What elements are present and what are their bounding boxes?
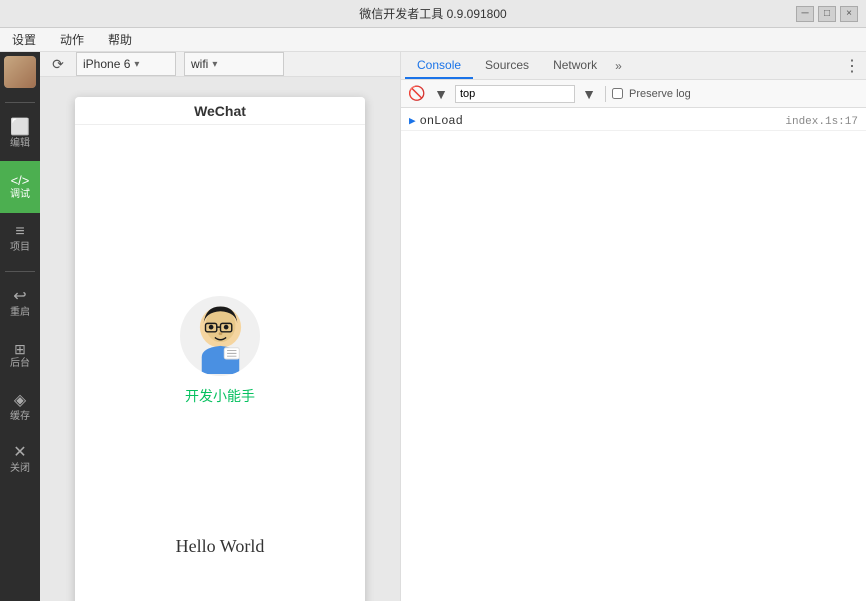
filter-button[interactable]: ▼ [431, 84, 451, 104]
log-entry: ▶ onLoad index.1s:17 [401, 112, 866, 131]
main-area: ⬜ 编辑 </> 调试 ≡ 项目 ↩ 重启 ⊞ 后台 ◈ 缓存 ✕ 关闭 [0, 52, 866, 601]
app-title: 微信开发者工具 0.9.091800 [359, 5, 506, 22]
editor-icon: ⬜ [10, 120, 30, 136]
avatar-svg [183, 299, 258, 374]
phone-nickname: 开发小能手 [185, 386, 255, 406]
devtools-panel: Console Sources Network » ⋮ 🚫 ▼ ▼ Preser… [400, 52, 866, 601]
menu-settings[interactable]: 设置 [8, 29, 40, 50]
preserve-log-label: Preserve log [629, 88, 691, 100]
close-button[interactable]: × [840, 6, 858, 22]
devtools-tabs: Console Sources Network » [405, 52, 628, 79]
devtools-actions: ⋮ [842, 56, 862, 76]
devtools-menu-button[interactable]: ⋮ [842, 56, 862, 76]
devtools-header: Console Sources Network » ⋮ [401, 52, 866, 80]
sidebar-item-cache[interactable]: ◈ 缓存 [0, 382, 40, 434]
phone-hello-text: Hello World [176, 536, 265, 557]
sidebar-item-debug[interactable]: </> 调试 [0, 161, 40, 213]
sidebar-item-backend[interactable]: ⊞ 后台 [0, 330, 40, 382]
sidebar: ⬜ 编辑 </> 调试 ≡ 项目 ↩ 重启 ⊞ 后台 ◈ 缓存 ✕ 关闭 [0, 52, 40, 601]
debug-icon: </> [11, 174, 30, 187]
sidebar-divider-1 [5, 102, 35, 103]
device-network-select[interactable]: wifi ▾ [184, 52, 284, 76]
device-network-label: wifi [191, 57, 208, 71]
tab-console[interactable]: Console [405, 52, 473, 79]
device-model-label: iPhone 6 [83, 57, 130, 71]
phone-frame: WeChat [75, 97, 365, 601]
filter-dropdown-button[interactable]: ▼ [579, 84, 599, 104]
devtools-toolbar: 🚫 ▼ ▼ Preserve log [401, 80, 866, 108]
backend-icon: ⊞ [14, 342, 26, 356]
rotate-button[interactable]: ⟳ [48, 54, 68, 74]
tab-sources[interactable]: Sources [473, 52, 541, 79]
device-model-arrow: ▾ [134, 59, 139, 70]
log-text: onLoad [420, 114, 778, 128]
filter-input[interactable] [455, 85, 575, 103]
close-icon: ✕ [13, 445, 26, 461]
maximize-button[interactable]: □ [818, 6, 836, 22]
clear-console-button[interactable]: 🚫 [407, 84, 427, 104]
device-network-arrow: ▾ [212, 59, 217, 70]
avatar[interactable] [4, 56, 36, 88]
sidebar-item-editor[interactable]: ⬜ 编辑 [0, 109, 40, 161]
menu-help[interactable]: 帮助 [104, 29, 136, 50]
devtools-content: ▶ onLoad index.1s:17 [401, 108, 866, 601]
phone-avatar [180, 296, 260, 376]
window-controls: ─ □ × [796, 6, 858, 22]
phone-content: 开发小能手 Hello World [75, 125, 365, 601]
sidebar-item-rebuild[interactable]: ↩ 重启 [0, 278, 40, 330]
device-panel: ⟳ iPhone 6 ▾ wifi ▾ WeChat [40, 52, 400, 601]
sidebar-divider-2 [5, 271, 35, 272]
phone-title: WeChat [194, 103, 246, 119]
preserve-log-checkbox[interactable] [612, 88, 623, 99]
toolbar-separator [605, 86, 606, 102]
sidebar-item-close[interactable]: ✕ 关闭 [0, 434, 40, 486]
title-bar: 微信开发者工具 0.9.091800 ─ □ × [0, 0, 866, 28]
menu-bar: 设置 动作 帮助 [0, 28, 866, 52]
minimize-button[interactable]: ─ [796, 6, 814, 22]
phone-status-bar: WeChat [75, 97, 365, 125]
rebuild-icon: ↩ [13, 289, 26, 305]
avatar-image [4, 56, 36, 88]
device-toolbar: ⟳ iPhone 6 ▾ wifi ▾ [40, 52, 400, 77]
tab-network[interactable]: Network [541, 52, 609, 79]
device-canvas: WeChat [40, 77, 400, 601]
sidebar-item-project[interactable]: ≡ 项目 [0, 213, 40, 265]
cache-icon: ◈ [14, 393, 26, 409]
device-model-select[interactable]: iPhone 6 ▾ [76, 52, 176, 76]
menu-actions[interactable]: 动作 [56, 29, 88, 50]
log-source[interactable]: index.1s:17 [785, 116, 858, 128]
project-icon: ≡ [15, 224, 24, 240]
log-arrow-icon: ▶ [409, 114, 416, 128]
devtools-more-button[interactable]: » [609, 59, 628, 73]
